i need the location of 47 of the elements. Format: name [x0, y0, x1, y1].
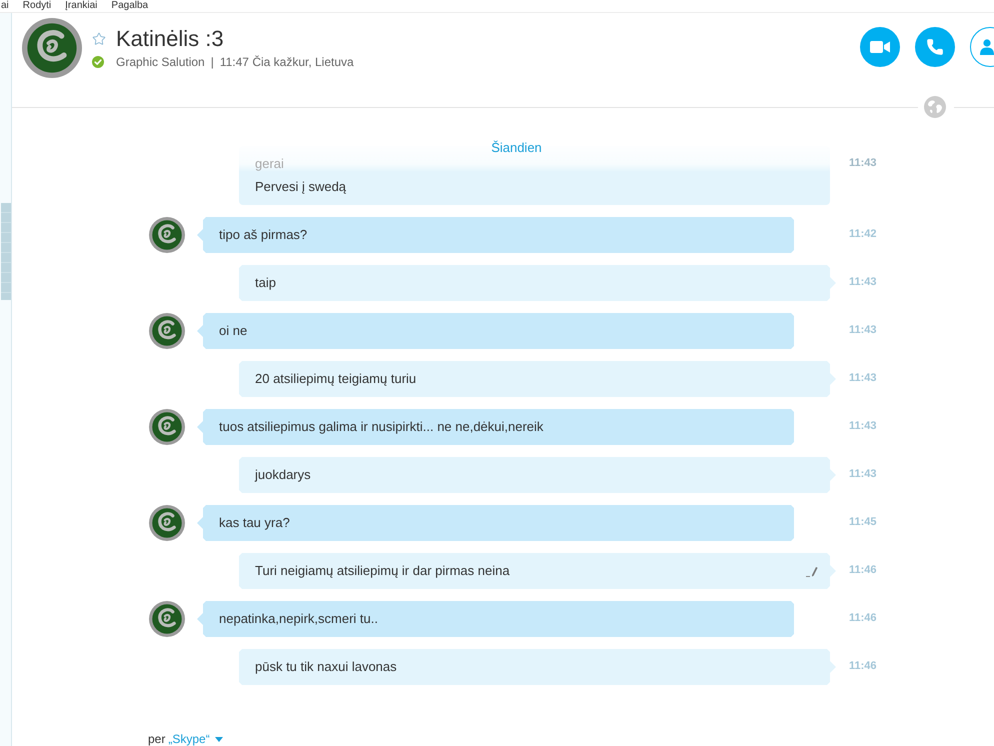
message-text: juokdarys — [255, 466, 311, 482]
mood-message: Graphic Salution — [116, 55, 205, 69]
call-button[interactable] — [915, 27, 955, 67]
menu-item[interactable]: Pagalba — [111, 0, 148, 12]
contact-name: Katinėlis :3 — [116, 26, 224, 52]
menu-item[interactable]: Rodyti — [22, 0, 52, 12]
message-text: pūsk tu tik naxui lavonas — [255, 658, 397, 674]
separator-text: | — [210, 55, 214, 69]
message-time: 11:46 — [849, 660, 877, 673]
message-text: oi ne — [219, 322, 248, 338]
message-time: 11:43 — [849, 276, 877, 289]
avatar-icon — [149, 313, 185, 349]
message-time: 11:43 — [849, 372, 877, 385]
message-text: taip — [255, 274, 276, 290]
message-text: kas tau yra? — [219, 514, 290, 530]
message-text: tipo aš pirmas? — [219, 226, 308, 242]
message-time: 11:43 — [849, 157, 877, 170]
menu-item[interactable]: ai — [1, 0, 9, 12]
message-text: gerai — [255, 156, 284, 172]
message-time: 11:43 — [849, 324, 877, 337]
phone-icon — [926, 38, 944, 56]
message-time: 11:46 — [849, 612, 877, 625]
message-time: 11:42 — [849, 228, 877, 241]
local-time-location: 11:47 Čia kažkur, Lietuva — [220, 55, 354, 69]
message-text: nepatinka,nepirk,scmeri tu.. — [219, 610, 378, 626]
via-label: per — [148, 732, 166, 746]
caret-down-icon[interactable] — [214, 736, 223, 742]
message-time: 11:45 — [849, 516, 877, 529]
message-time: 11:46 — [849, 564, 877, 577]
message-text: tuos atsiliepimus galima ir nusipirkti... ne ne,dėkui,nereik — [219, 418, 544, 434]
message-text: 20 atsiliepimų teigiamų turiu — [255, 370, 416, 386]
globe-icon[interactable] — [924, 96, 946, 118]
avatar-icon — [149, 505, 185, 541]
star-icon[interactable] — [92, 32, 106, 46]
menu-item[interactable]: Įrankiai — [65, 0, 98, 12]
date-divider: Šiandien — [491, 141, 542, 155]
message-text: Turi neigiamų atsiliepimų ir dar pirmas neina — [255, 562, 510, 578]
avatar-icon — [149, 601, 185, 637]
avatar-icon — [149, 409, 185, 445]
message-time: 11:43 — [849, 468, 877, 481]
message-text: Pervesi į swedą — [255, 178, 346, 194]
message-time: 11:43 — [849, 420, 877, 433]
video-camera-icon — [870, 41, 890, 53]
avatar-icon — [149, 217, 185, 253]
scrollbar-thumb[interactable] — [1, 203, 11, 300]
avatar-icon — [22, 18, 82, 78]
video-call-button[interactable] — [860, 27, 900, 67]
